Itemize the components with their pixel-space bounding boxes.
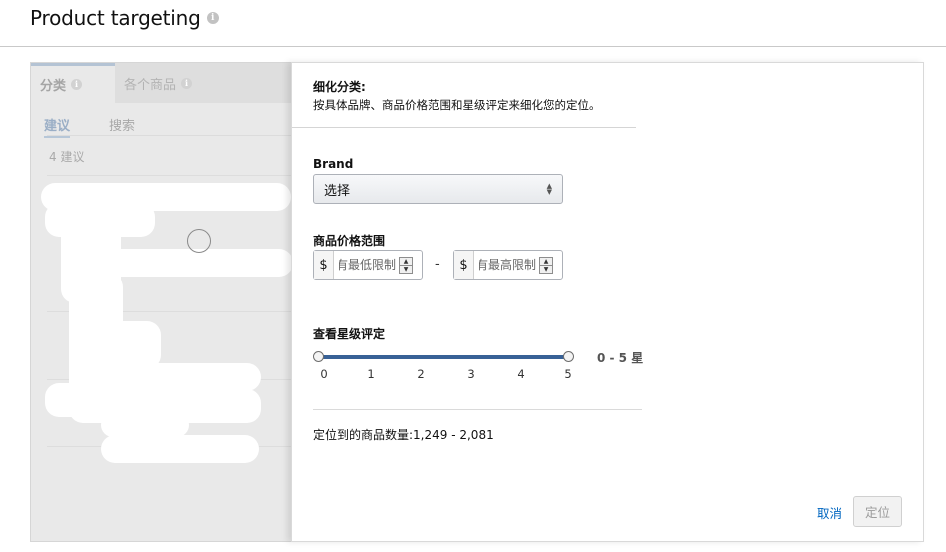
price-range-label: 商品价格范围 [313,234,386,248]
title-divider [0,46,946,47]
info-icon[interactable]: i [206,12,219,24]
row-divider [47,175,293,176]
tab-categories-label: 分类 [40,79,67,94]
star-rating-label: 查看星级评定 [313,327,386,341]
star-range-value: 0 - 5 星 [597,351,644,365]
max-price-input[interactable] [474,252,536,278]
info-icon: i [71,79,83,90]
info-icon: i [181,77,193,89]
refine-title: 细化分类: [313,80,366,94]
tab-categories[interactable]: 分类 i [31,63,115,103]
price-separator: - [435,257,440,272]
category-tabs: 分类 i 各个商品 i [31,63,293,103]
tab-individual-products[interactable]: 各个商品 i [124,63,193,103]
suggestion-count: 4 建议 [49,150,85,164]
redacted-area [69,321,161,369]
slider-tick-label: 0 [320,367,328,381]
refine-category-popover: 细化分类: 按具体品牌、商品价格范围和星级评定来细化您的定位。 Brand 选择… [291,62,924,542]
slider-tick-label: 2 [417,367,425,381]
brand-label: Brand [313,157,354,171]
left-panel: 分类 i 各个商品 i 建议 搜索 4 建议 [30,62,293,542]
slider-tick-label: 1 [367,367,375,381]
stepper-up-icon[interactable]: ▲ [400,258,412,266]
slider-min-handle[interactable] [312,351,324,362]
select-arrows-icon: ▲ ▼ [546,182,552,196]
stepper-down-icon[interactable]: ▼ [540,266,552,273]
slider-tick-label: 4 [517,367,525,381]
refine-description: 按具体品牌、商品价格范围和星级评定来细化您的定位。 [313,98,601,112]
header-divider [292,127,636,128]
subtab-search[interactable]: 搜索 [109,115,135,134]
slider-max-handle[interactable] [562,351,574,362]
redacted-area [101,413,189,437]
result-divider [313,409,642,410]
loading-circle-icon [187,229,211,253]
currency-symbol: $ [314,251,334,279]
targeted-product-count: 定位到的商品数量:1,249 - 2,081 [313,428,494,442]
tab-individual-products-label: 各个商品 [124,77,177,93]
page-title: Product targeting i [30,6,219,30]
target-button[interactable]: 定位 [853,496,902,527]
slider-tick-label: 3 [467,367,475,381]
slider-tick-label: 5 [564,367,572,381]
cancel-link[interactable]: 取消 [817,503,842,522]
subtab-suggested[interactable]: 建议 [44,115,71,138]
max-price-stepper[interactable]: ▲ ▼ [539,257,553,274]
subtab-divider [47,135,293,136]
min-price-stepper[interactable]: ▲ ▼ [399,257,413,274]
brand-select[interactable]: 选择 ▲ ▼ [313,174,563,204]
min-price-field: $ ▲ ▼ [313,250,423,280]
brand-select-value: 选择 [324,183,351,199]
page-title-text: Product targeting [30,6,201,30]
stepper-up-icon[interactable]: ▲ [540,258,552,266]
star-rating-slider[interactable] [318,355,568,359]
max-price-field: $ ▲ ▼ [453,250,563,280]
stepper-down-icon[interactable]: ▼ [400,266,412,273]
currency-symbol: $ [454,251,474,279]
min-price-input[interactable] [334,252,396,278]
redacted-area [101,435,259,463]
